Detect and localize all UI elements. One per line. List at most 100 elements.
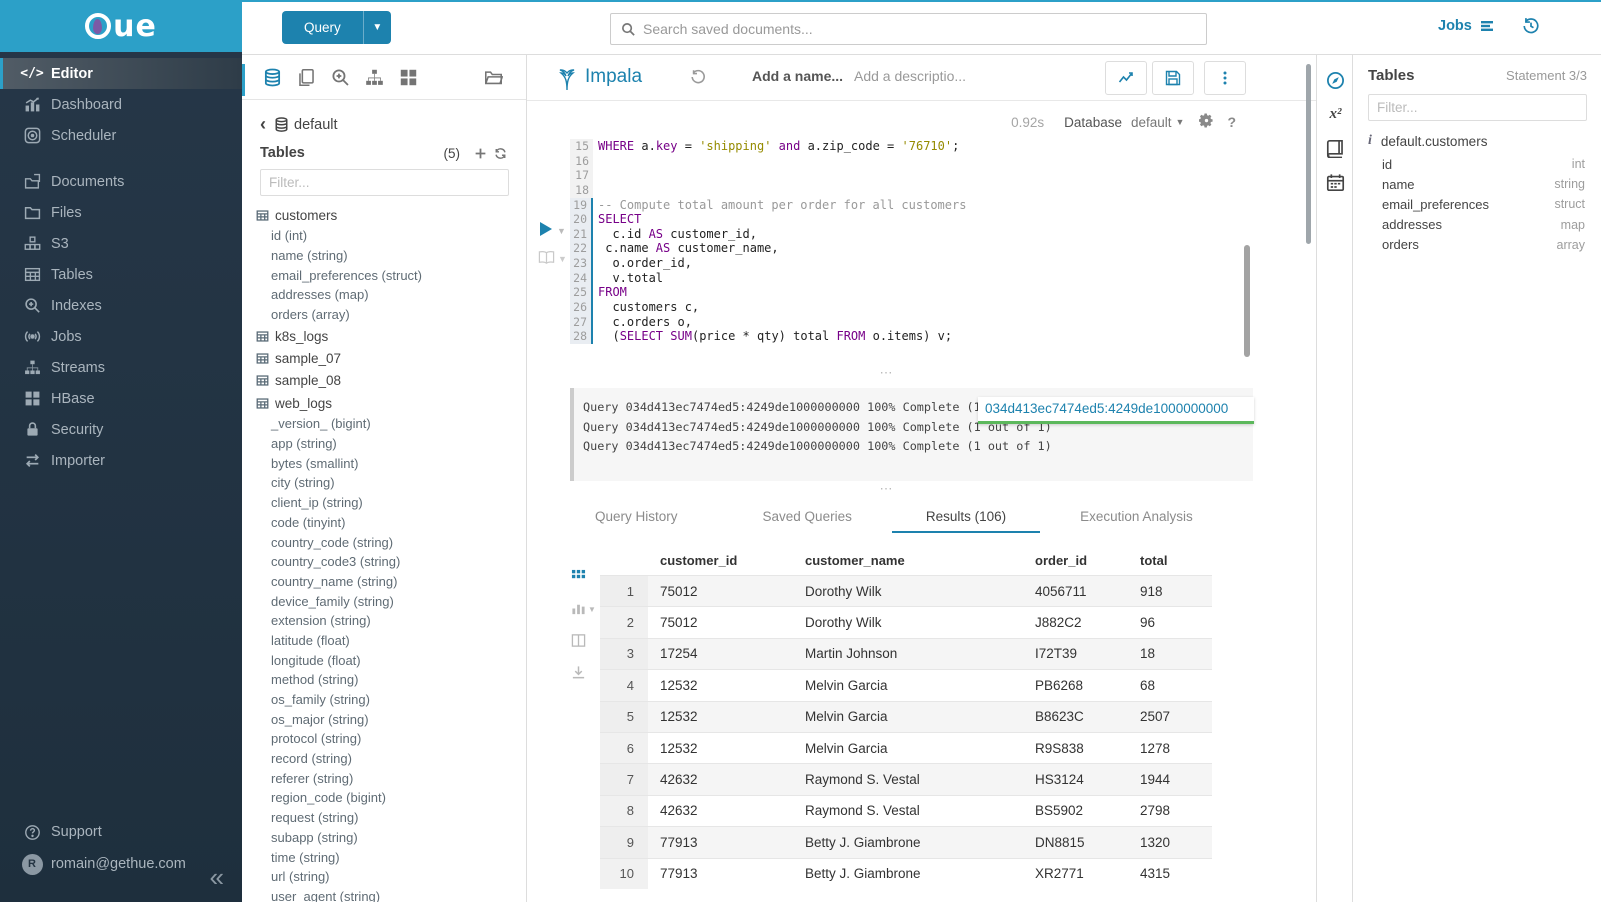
- assist-column-row[interactable]: orders (array): [271, 305, 526, 325]
- assist-column-row[interactable]: record (string): [271, 749, 526, 769]
- assist-column-row[interactable]: addresses (map): [271, 285, 526, 305]
- sidebar-item-s3[interactable]: S3: [0, 228, 242, 259]
- code-line-20[interactable]: 20SELECT: [527, 212, 1316, 227]
- collapse-sidebar-icon[interactable]: «: [210, 864, 224, 890]
- result-row-2[interactable]: 275012Dorothy WilkJ882C296: [600, 606, 1212, 637]
- code-line-21[interactable]: 21 c.id AS customer_id,: [527, 227, 1316, 242]
- sidebar-item-editor[interactable]: </>Editor: [0, 58, 242, 89]
- code-line-28[interactable]: 28 (SELECT SUM(price * qty) total FROM o…: [527, 329, 1316, 344]
- add-table-icon[interactable]: [472, 147, 488, 160]
- assist-table-web_logs[interactable]: web_logs: [256, 392, 526, 414]
- help-icon[interactable]: ?: [1227, 114, 1236, 130]
- assist-table-k8s_logs[interactable]: k8s_logs: [256, 325, 526, 347]
- hue-logo[interactable]: ue: [0, 0, 242, 52]
- folder-open-icon[interactable]: [482, 66, 504, 88]
- sidebar-item-jobs[interactable]: Jobs: [0, 321, 242, 352]
- assist-filter-input[interactable]: [260, 169, 509, 196]
- sidebar-item-files[interactable]: Files: [0, 197, 242, 228]
- code-line-22[interactable]: 22 c.name AS customer_name,: [527, 241, 1316, 256]
- sidebar-item-tables[interactable]: Tables: [0, 259, 242, 290]
- apps-grid-icon[interactable]: [397, 66, 419, 88]
- assist-column-row[interactable]: subapp (string): [271, 828, 526, 848]
- code-line-18[interactable]: 18: [527, 183, 1316, 198]
- right-panel-filter-input[interactable]: [1368, 94, 1587, 121]
- code-line-17[interactable]: 17: [527, 168, 1316, 183]
- assist-column-row[interactable]: id (int): [271, 226, 526, 246]
- tab-results-106-[interactable]: Results (106): [892, 503, 1040, 533]
- breadcrumb-database-name[interactable]: default: [294, 117, 338, 133]
- result-column-header[interactable]: total: [1128, 553, 1212, 568]
- assist-column-row[interactable]: country_code (string): [271, 533, 526, 553]
- sidebar-item-streams[interactable]: Streams: [0, 352, 242, 383]
- code-line-27[interactable]: 27 c.orders o,: [527, 315, 1316, 330]
- settings-gear-icon[interactable]: [1199, 113, 1214, 131]
- query-button[interactable]: Query ▼: [282, 11, 391, 44]
- zoom-in-icon[interactable]: [329, 66, 351, 88]
- code-line-23[interactable]: 23 o.order_id,: [527, 256, 1316, 271]
- functions-icon[interactable]: x²: [1317, 97, 1354, 131]
- database-caret-icon[interactable]: ▼: [1176, 117, 1185, 127]
- schedule-calendar-icon[interactable]: [1317, 165, 1354, 199]
- assist-column-row[interactable]: code (tinyint): [271, 513, 526, 533]
- sidebar-item-importer[interactable]: Importer: [0, 445, 242, 476]
- execute-caret-icon[interactable]: ▼: [557, 226, 566, 236]
- result-row-10[interactable]: 1077913Betty J. GiambroneXR27714315: [600, 858, 1212, 889]
- resize-handle-bottom[interactable]: ⋯: [527, 485, 1246, 495]
- code-line-19[interactable]: 19-- Compute total amount per order for …: [527, 198, 1316, 213]
- query-history-icon[interactable]: [1522, 17, 1540, 40]
- tab-saved-queries[interactable]: Saved Queries: [753, 503, 862, 533]
- sidebar-item-user[interactable]: R romain@gethue.com: [0, 848, 242, 880]
- result-row-1[interactable]: 175012Dorothy Wilk4056711918: [600, 575, 1212, 606]
- assist-column-row[interactable]: referer (string): [271, 769, 526, 789]
- assist-column-row[interactable]: client_ip (string): [271, 493, 526, 513]
- back-chevron-icon[interactable]: ‹: [260, 114, 266, 135]
- assist-column-row[interactable]: latitude (float): [271, 631, 526, 651]
- book-caret-icon[interactable]: ▼: [558, 254, 567, 264]
- result-column-header[interactable]: customer_id: [648, 553, 793, 568]
- assist-column-row[interactable]: method (string): [271, 670, 526, 690]
- sidebar-item-scheduler[interactable]: Scheduler: [0, 120, 242, 151]
- assist-column-row[interactable]: name (string): [271, 246, 526, 266]
- chart-view-caret-icon[interactable]: ▼: [588, 605, 596, 614]
- sidebar-item-support[interactable]: Support: [0, 816, 242, 848]
- result-row-7[interactable]: 742632Raymond S. VestalHS31241944: [600, 763, 1212, 794]
- page-scrollbar[interactable]: [1306, 64, 1311, 244]
- undo-history-icon[interactable]: [690, 69, 706, 90]
- right-panel-table-row[interactable]: i default.customers: [1368, 133, 1601, 149]
- assist-column-row[interactable]: bytes (smallint): [271, 454, 526, 474]
- chart-button[interactable]: [1105, 61, 1147, 95]
- query-name-field[interactable]: Add a name...: [752, 68, 843, 84]
- query-dropdown-caret-icon[interactable]: ▼: [363, 11, 391, 44]
- right-column-email_preferences[interactable]: email_preferencesstruct: [1382, 194, 1585, 214]
- assist-column-row[interactable]: region_code (bigint): [271, 788, 526, 808]
- assist-column-row[interactable]: user_agent (string): [271, 887, 526, 902]
- assist-column-row[interactable]: city (string): [271, 473, 526, 493]
- sidebar-item-dashboard[interactable]: Dashboard: [0, 89, 242, 120]
- result-row-6[interactable]: 612532Melvin GarciaR9S8381278: [600, 732, 1212, 763]
- code-line-16[interactable]: 16: [527, 154, 1316, 169]
- editor-scrollbar[interactable]: [1244, 245, 1250, 357]
- tab-query-history[interactable]: Query History: [585, 503, 688, 533]
- info-icon[interactable]: i: [1368, 133, 1372, 149]
- presentation-book-icon[interactable]: [538, 250, 555, 270]
- assist-column-row[interactable]: time (string): [271, 848, 526, 868]
- download-icon[interactable]: [571, 665, 591, 685]
- right-column-addresses[interactable]: addressesmap: [1382, 215, 1585, 235]
- sitemap-icon[interactable]: [363, 66, 385, 88]
- more-options-button[interactable]: [1204, 61, 1246, 95]
- result-column-header[interactable]: customer_name: [793, 553, 1023, 568]
- documents-copy-icon[interactable]: [295, 66, 317, 88]
- assist-column-row[interactable]: device_family (string): [271, 592, 526, 612]
- code-line-24[interactable]: 24 v.total: [527, 271, 1316, 286]
- assist-column-row[interactable]: url (string): [271, 867, 526, 887]
- search-input[interactable]: [643, 21, 1206, 37]
- sidebar-item-hbase[interactable]: HBase: [0, 383, 242, 414]
- assist-column-row[interactable]: country_name (string): [271, 572, 526, 592]
- assist-compass-icon[interactable]: [1317, 63, 1354, 97]
- assist-table-customers[interactable]: customers: [256, 204, 526, 226]
- query-description-field[interactable]: Add a descriptio...: [854, 68, 966, 84]
- save-button[interactable]: [1152, 61, 1194, 95]
- language-reference-icon[interactable]: [1317, 131, 1354, 165]
- database-icon[interactable]: [261, 66, 283, 88]
- code-editor[interactable]: 15WHERE a.key = 'shipping' and a.zip_cod…: [527, 139, 1316, 364]
